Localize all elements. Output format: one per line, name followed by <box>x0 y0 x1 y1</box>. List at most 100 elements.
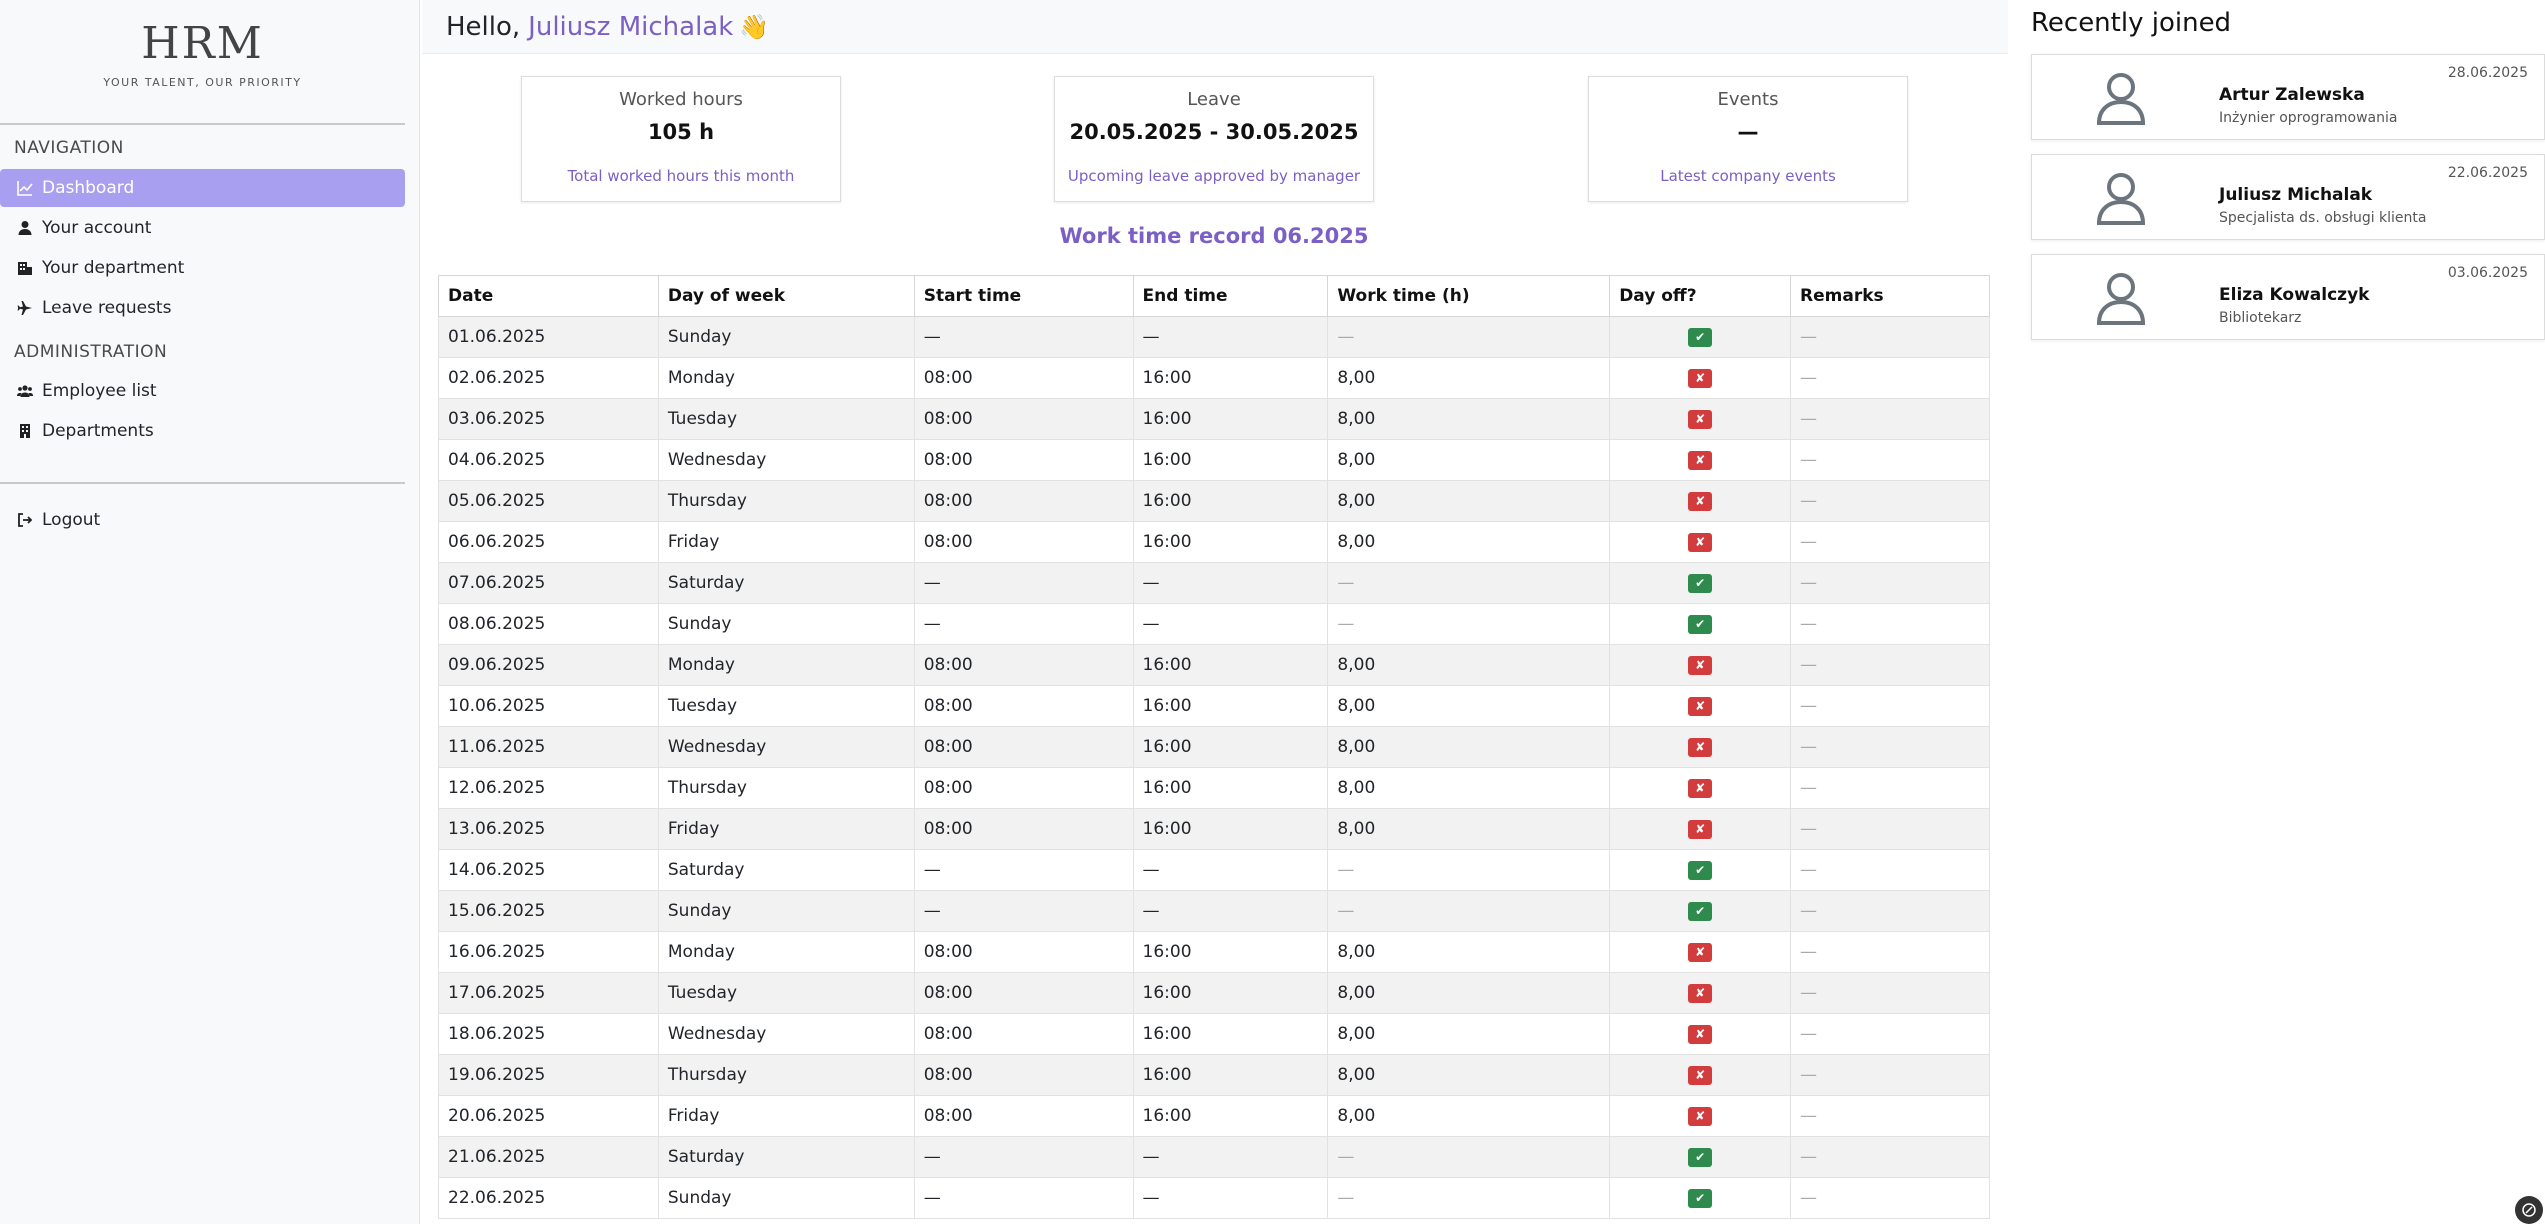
start-time-cell: — <box>913 890 1134 932</box>
card-title: Events <box>1717 89 1779 110</box>
day-cell: Saturday <box>657 849 915 891</box>
work-time-cell: 8,00 <box>1327 439 1611 481</box>
day-off-cell: ✔ <box>1609 1177 1792 1219</box>
sidebar-divider <box>0 482 405 484</box>
end-time-cell: 16:00 <box>1132 726 1329 768</box>
date-cell: 20.06.2025 <box>438 1095 659 1137</box>
sidebar-item-dashboard[interactable]: Dashboard <box>0 169 405 207</box>
day-off-cell: ✘ <box>1609 357 1792 399</box>
date-cell: 19.06.2025 <box>438 1054 659 1096</box>
remarks-cell: — <box>1790 316 1990 358</box>
end-time-cell: 16:00 <box>1132 521 1329 563</box>
work-time-cell: 8,00 <box>1327 767 1611 809</box>
debug-toolbar-icon[interactable] <box>2515 1196 2543 1224</box>
building-icon <box>16 422 34 440</box>
join-date: 28.06.2025 <box>2447 65 2528 81</box>
day-off-yes-badge: ✔ <box>1688 573 1713 593</box>
end-time-cell: 16:00 <box>1132 357 1329 399</box>
day-off-cell: ✘ <box>1609 480 1792 522</box>
end-time-cell: 16:00 <box>1132 1013 1329 1055</box>
leave-card: Leave 20.05.2025 - 30.05.2025 Upcoming l… <box>1054 76 1374 202</box>
work-time-cell: 8,00 <box>1327 685 1611 727</box>
table-body: 01.06.2025 Sunday — — — ✔ —02.06.2025 Monday 08:… <box>438 316 1990 1219</box>
table-row: 17.06.2025 Tuesday 08:00 16:00 8,00 ✘ — <box>438 972 1990 1014</box>
day-off-yes-badge: ✔ <box>1688 860 1713 880</box>
day-off-cell: ✘ <box>1609 521 1792 563</box>
work-time-cell: 8,00 <box>1327 1054 1611 1096</box>
sidebar-item-label: Your department <box>42 258 185 278</box>
start-time-cell: 08:00 <box>913 1095 1134 1137</box>
recent-employee-card[interactable]: Artur Zalewska Inżynier oprogramowania 28.… <box>2031 54 2545 140</box>
start-time-cell: — <box>913 1177 1134 1219</box>
start-time-cell: 08:00 <box>913 808 1134 850</box>
employee-role: Specjalista ds. obsługi klienta <box>2219 210 2427 226</box>
column-header-end: End time <box>1132 275 1329 317</box>
recently-joined-title: Recently joined <box>2031 8 2232 38</box>
employee-role: Inżynier oprogramowania <box>2219 110 2398 126</box>
recent-employee-card[interactable]: Juliusz Michalak Specjalista ds. obsługi … <box>2031 154 2545 240</box>
card-description: Total worked hours this month <box>567 167 795 185</box>
sidebar-item-departments[interactable]: Departments <box>0 412 405 450</box>
day-off-no-badge: ✘ <box>1688 942 1713 962</box>
table-row: 09.06.2025 Monday 08:00 16:00 8,00 ✘ — <box>438 644 1990 686</box>
work-time-cell: — <box>1327 316 1611 358</box>
work-time-cell: 8,00 <box>1327 972 1611 1014</box>
day-cell: Monday <box>657 357 915 399</box>
day-off-no-badge: ✘ <box>1688 778 1713 798</box>
date-cell: 05.06.2025 <box>438 480 659 522</box>
day-off-cell: ✘ <box>1609 1013 1792 1055</box>
employee-name: Eliza Kowalczyk <box>2219 285 2370 305</box>
greeting-bar: Hello, Juliusz Michalak 👋 <box>422 0 2008 54</box>
logout-button[interactable]: Logout <box>0 501 405 539</box>
sidebar-item-leave-requests[interactable]: Leave requests <box>0 289 405 327</box>
sidebar-item-employee-list[interactable]: Employee list <box>0 372 405 410</box>
day-off-no-badge: ✘ <box>1688 1065 1713 1085</box>
table-row: 13.06.2025 Friday 08:00 16:00 8,00 ✘ — <box>438 808 1990 850</box>
table-row: 10.06.2025 Tuesday 08:00 16:00 8,00 ✘ — <box>438 685 1990 727</box>
day-off-cell: ✘ <box>1609 1054 1792 1096</box>
start-time-cell: 08:00 <box>913 767 1134 809</box>
sidebar-item-your-account[interactable]: Your account <box>0 209 405 247</box>
sidebar-item-your-department[interactable]: Your department <box>0 249 405 287</box>
date-cell: 03.06.2025 <box>438 398 659 440</box>
remarks-cell: — <box>1790 1095 1990 1137</box>
end-time-cell: 16:00 <box>1132 972 1329 1014</box>
day-off-no-badge: ✘ <box>1688 532 1713 552</box>
table-row: 06.06.2025 Friday 08:00 16:00 8,00 ✘ — <box>438 521 1990 563</box>
remarks-cell: — <box>1790 562 1990 604</box>
employee-name: Artur Zalewska <box>2219 85 2365 105</box>
recent-employee-card[interactable]: Eliza Kowalczyk Bibliotekarz 03.06.2025 <box>2031 254 2545 340</box>
date-cell: 04.06.2025 <box>438 439 659 481</box>
table-row: 22.06.2025 Sunday — — — ✔ — <box>438 1177 1990 1219</box>
greeting-text: Hello, <box>446 11 521 42</box>
end-time-cell: — <box>1132 562 1329 604</box>
remarks-cell: — <box>1790 726 1990 768</box>
remarks-cell: — <box>1790 644 1990 686</box>
building-icon <box>16 259 34 277</box>
wave-icon: 👋 <box>739 12 770 41</box>
table-row: 02.06.2025 Monday 08:00 16:00 8,00 ✘ — <box>438 357 1990 399</box>
day-cell: Tuesday <box>657 685 915 727</box>
user-avatar-icon <box>2096 273 2146 325</box>
logo[interactable]: HRM YOUR TALENT, OUR PRIORITY <box>0 18 405 89</box>
day-off-no-badge: ✘ <box>1688 655 1713 675</box>
work-time-cell: — <box>1327 1177 1611 1219</box>
end-time-cell: 16:00 <box>1132 439 1329 481</box>
administration-heading: ADMINISTRATION <box>14 342 168 362</box>
work-time-cell: — <box>1327 849 1611 891</box>
day-off-cell: ✔ <box>1609 1136 1792 1178</box>
card-description: Latest company events <box>1660 167 1836 185</box>
day-cell: Wednesday <box>657 726 915 768</box>
day-cell: Tuesday <box>657 398 915 440</box>
logout-label: Logout <box>42 510 101 530</box>
sidebar-item-label: Employee list <box>42 381 157 401</box>
navigation-heading: NAVIGATION <box>14 138 124 158</box>
date-cell: 08.06.2025 <box>438 603 659 645</box>
day-off-no-badge: ✘ <box>1688 491 1713 511</box>
day-off-no-badge: ✘ <box>1688 450 1713 470</box>
day-off-cell: ✔ <box>1609 562 1792 604</box>
date-cell: 07.06.2025 <box>438 562 659 604</box>
work-time-cell: 8,00 <box>1327 357 1611 399</box>
users-icon <box>16 382 34 400</box>
work-time-cell: — <box>1327 1136 1611 1178</box>
